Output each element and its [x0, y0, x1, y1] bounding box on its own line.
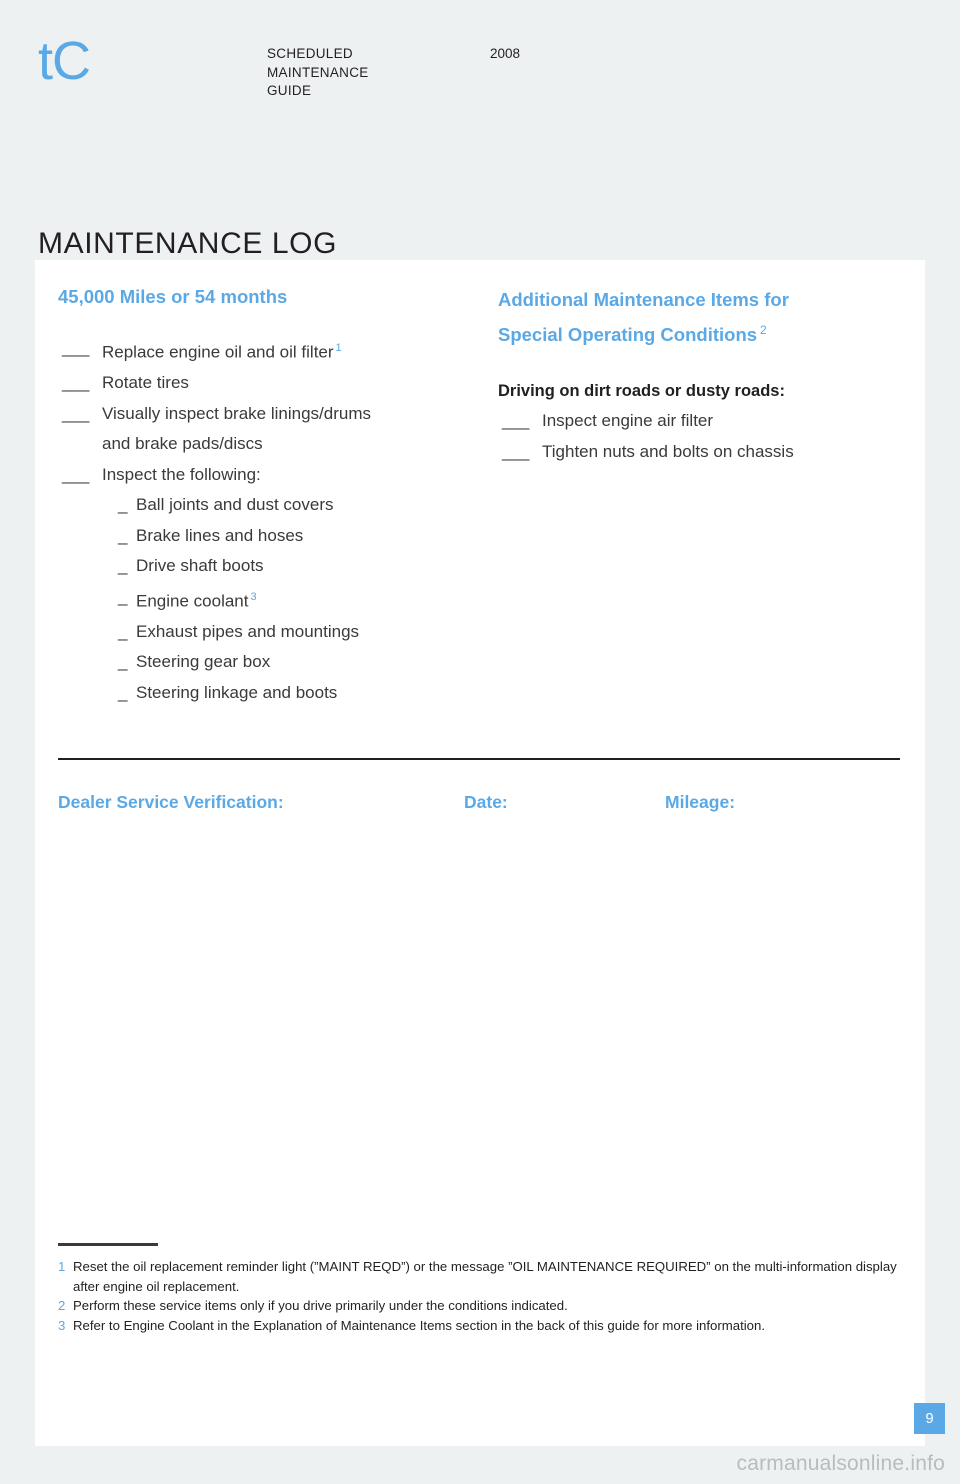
- guide-title-line-3: GUIDE: [267, 83, 312, 98]
- footnote-item: 1 Reset the oil replacement reminder lig…: [58, 1257, 903, 1296]
- task-item[interactable]: ___ Replace engine oil and oil filter 1: [58, 333, 488, 368]
- sub-task-label: Ball joints and dust covers: [136, 495, 334, 515]
- page-number-badge: 9: [914, 1403, 945, 1434]
- task-item[interactable]: ___ Visually inspect brake linings/drums: [58, 399, 488, 430]
- sub-task-label: Steering linkage and boots: [136, 682, 338, 702]
- task-item[interactable]: ___ Tighten nuts and bolts on chassis: [498, 437, 908, 468]
- sub-task-item: _ Steering linkage and boots: [58, 678, 488, 709]
- footnote-number: 1: [58, 1259, 66, 1274]
- dealer-verification-row: Dealer Service Verification: Date: Milea…: [58, 789, 900, 815]
- special-conditions-heading: Additional Maintenance Items for Special…: [498, 285, 908, 350]
- dash-marker: _: [118, 586, 128, 606]
- dash-marker: _: [118, 682, 128, 702]
- footnote-ref-1: 1: [335, 342, 342, 354]
- page-title: MAINTENANCE LOG: [38, 227, 338, 261]
- dash-marker: _: [118, 652, 128, 672]
- footnote-ref-3: 3: [250, 590, 257, 603]
- left-column: 45,000 Miles or 54 months ___ Replace en…: [58, 285, 488, 708]
- sub-task-item: _ Ball joints and dust covers: [58, 490, 488, 521]
- interval-heading: 45,000 Miles or 54 months: [58, 286, 288, 307]
- task-label: Inspect the following:: [102, 464, 261, 484]
- dash-marker: _: [118, 621, 128, 641]
- footnote-item: 2 Perform these service items only if yo…: [58, 1296, 903, 1316]
- sub-task-item: _ Brake lines and hoses: [58, 521, 488, 552]
- checkbox-blank[interactable]: ___: [502, 437, 529, 468]
- dash-marker: _: [118, 525, 128, 545]
- checkbox-blank[interactable]: ___: [502, 406, 529, 437]
- checkbox-blank[interactable]: ___: [62, 333, 89, 364]
- footnote-number: 2: [58, 1298, 66, 1313]
- task-label: and brake pads/discs: [102, 434, 263, 454]
- site-watermark: carmanualsonline.info: [736, 1452, 945, 1475]
- masthead: tC SCHEDULED MAINTENANCE GUIDE 2008: [0, 0, 960, 185]
- footnote-ref-2: 2: [760, 323, 767, 337]
- sub-task-item: _ Drive shaft boots: [58, 551, 488, 582]
- sub-task-item: _ Exhaust pipes and mountings: [58, 617, 488, 648]
- sub-task-label: Exhaust pipes and mountings: [136, 621, 360, 641]
- sub-task-label: Engine coolant: [136, 591, 249, 611]
- sub-task-item: _ Engine coolant 3: [58, 582, 488, 617]
- task-label: Tighten nuts and bolts on chassis: [542, 441, 794, 461]
- task-item-continuation: and brake pads/discs: [58, 429, 488, 460]
- checkbox-blank[interactable]: ___: [62, 399, 89, 430]
- task-item[interactable]: ___ Inspect engine air filter: [498, 406, 908, 437]
- footnote-text: Reset the oil replacement reminder light…: [73, 1259, 897, 1294]
- model-year: 2008: [490, 46, 521, 61]
- sub-task-label: Steering gear box: [136, 652, 271, 672]
- sub-task-label: Brake lines and hoses: [136, 525, 304, 545]
- maintenance-task-list: ___ Replace engine oil and oil filter 1 _…: [58, 333, 488, 490]
- checkbox-blank[interactable]: ___: [62, 460, 89, 491]
- mileage-label: Mileage:: [665, 792, 736, 812]
- inspection-sub-list: _ Ball joints and dust covers _ Brake li…: [58, 490, 488, 708]
- heading-line-1: Additional Maintenance Items for: [498, 289, 789, 310]
- sub-task-item: _ Steering gear box: [58, 647, 488, 678]
- sub-task-label: Drive shaft boots: [136, 556, 264, 576]
- footnote-text: Refer to Engine Coolant in the Explanati…: [73, 1317, 766, 1333]
- special-condition-task-list: ___ Inspect engine air filter ___ Tighte…: [498, 406, 908, 467]
- task-label: Rotate tires: [102, 373, 189, 393]
- guide-title: SCHEDULED MAINTENANCE GUIDE: [267, 45, 369, 101]
- dealer-service-verification-label: Dealer Service Verification:: [58, 792, 284, 812]
- task-item[interactable]: ___ Inspect the following:: [58, 460, 488, 491]
- date-label: Date:: [464, 792, 508, 812]
- dash-marker: _: [118, 495, 128, 515]
- guide-title-line-1: SCHEDULED: [267, 46, 353, 61]
- footnotes: 1 Reset the oil replacement reminder lig…: [58, 1257, 903, 1335]
- task-label: Replace engine oil and oil filter: [102, 342, 334, 362]
- task-item[interactable]: ___ Rotate tires: [58, 368, 488, 399]
- content-sheet: 45,000 Miles or 54 months ___ Replace en…: [35, 260, 945, 1446]
- condition-heading: Driving on dirt roads or dusty roads:: [498, 382, 785, 401]
- right-column: Additional Maintenance Items for Special…: [498, 285, 908, 467]
- footnote-item: 3 Refer to Engine Coolant in the Explana…: [58, 1316, 903, 1336]
- task-label: Inspect engine air filter: [542, 411, 714, 431]
- footnote-text: Perform these service items only if you …: [73, 1298, 568, 1313]
- heading-line-2: Special Operating Conditions: [498, 324, 758, 346]
- task-label: Visually inspect brake linings/drums: [102, 403, 371, 423]
- footnote-divider: [58, 1243, 158, 1246]
- guide-title-line-2: MAINTENANCE: [267, 64, 369, 80]
- footnote-number: 3: [58, 1317, 66, 1333]
- brand-logo: tC: [38, 31, 91, 91]
- section-divider: [58, 758, 900, 760]
- checkbox-blank[interactable]: ___: [62, 368, 89, 399]
- dash-marker: _: [118, 556, 128, 576]
